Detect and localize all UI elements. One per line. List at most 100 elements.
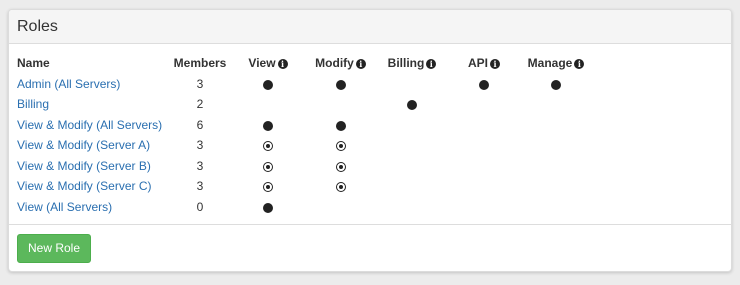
column-header-members: Members [173, 56, 227, 71]
table-row: Admin (All Servers) 3 [9, 74, 592, 95]
role-link[interactable]: Billing [17, 97, 49, 111]
permission-manage-cell [520, 115, 592, 136]
empty-circle-icon [551, 203, 561, 213]
info-circle-icon[interactable]: i [355, 59, 366, 70]
members-count: 3 [196, 138, 204, 153]
new-role-button[interactable]: New Role [17, 234, 91, 263]
footer-divider [9, 224, 731, 225]
permission-billing-cell [376, 176, 448, 197]
role-name-cell: View (All Servers) [9, 197, 169, 218]
role-link[interactable]: View & Modify (Server C) [17, 179, 151, 193]
permission-api-cell [448, 74, 520, 95]
role-link[interactable]: View & Modify (Server B) [17, 159, 151, 173]
permission-billing-cell [376, 135, 448, 156]
empty-circle-icon [407, 141, 417, 151]
permission-api-cell [448, 115, 520, 136]
roles-panel: Roles Name Members View i Modify i Billing… [8, 9, 732, 272]
filled-circle-icon [335, 120, 346, 131]
empty-circle-icon [551, 182, 561, 192]
permission-manage-cell [520, 156, 592, 177]
dotted-circle-icon [263, 141, 273, 152]
members-count: 3 [196, 76, 204, 91]
role-name-cell: Admin (All Servers) [9, 74, 169, 95]
dotted-circle-icon [335, 182, 346, 193]
empty-circle-icon [551, 121, 561, 131]
empty-circle-icon [551, 162, 561, 172]
permission-modify-cell [305, 197, 376, 218]
column-header-modify: Modify i [305, 53, 376, 74]
panel-title: Roles [9, 10, 731, 44]
permission-api-cell [448, 156, 520, 177]
permission-modify-cell [305, 156, 376, 177]
empty-circle-icon [407, 182, 417, 192]
table-row: View & Modify (Server B) 3 [9, 156, 592, 177]
role-link[interactable]: Admin (All Servers) [17, 77, 120, 91]
dotted-circle-icon [335, 141, 346, 152]
empty-circle-icon [336, 203, 346, 213]
filled-circle-icon [263, 202, 273, 213]
info-circle-icon[interactable]: i [574, 59, 585, 70]
permission-view-cell [231, 156, 305, 177]
members-count: 6 [196, 117, 204, 132]
role-name-cell: View & Modify (Server A) [9, 135, 169, 156]
empty-circle-icon [407, 80, 417, 90]
info-circle-icon[interactable]: i [277, 59, 288, 70]
permission-view-cell [231, 115, 305, 136]
roles-table: Name Members View i Modify i Billing i API i… [9, 53, 592, 217]
role-name-cell: View & Modify (Server B) [9, 156, 169, 177]
column-header-name: Name [17, 56, 50, 71]
empty-circle-icon [263, 100, 273, 110]
permission-view-cell [231, 94, 305, 115]
info-circle-icon[interactable]: i [426, 59, 437, 70]
table-header-row: Name Members View i Modify i Billing i API i… [9, 53, 592, 74]
permission-view-cell [231, 74, 305, 95]
filled-circle-icon [407, 100, 417, 111]
dotted-circle-icon [263, 182, 273, 193]
column-header-billing: Billing i [376, 53, 448, 74]
permission-modify-cell [305, 135, 376, 156]
role-name-cell: View & Modify (Server C) [9, 176, 169, 197]
empty-circle-icon [479, 182, 489, 192]
empty-circle-icon [479, 141, 489, 151]
column-header-api: API i [448, 53, 520, 74]
table-row: View (All Servers) 0 [9, 197, 592, 218]
permission-manage-cell [520, 197, 592, 218]
empty-circle-icon [551, 100, 561, 110]
permission-api-cell [448, 135, 520, 156]
column-header-manage: Manage i [520, 53, 592, 74]
empty-circle-icon [336, 100, 346, 110]
permission-view-cell [231, 135, 305, 156]
permission-manage-cell [520, 135, 592, 156]
permission-billing-cell [376, 197, 448, 218]
info-circle-icon[interactable]: i [490, 59, 500, 70]
members-count: 3 [196, 158, 204, 173]
filled-circle-icon [335, 79, 346, 90]
role-link[interactable]: View & Modify (Server A) [17, 138, 150, 152]
empty-circle-icon [407, 162, 417, 172]
filled-circle-icon [551, 79, 561, 90]
permission-manage-cell [520, 74, 592, 95]
members-count: 3 [196, 179, 204, 194]
table-row: View & Modify (Server C) 3 [9, 176, 592, 197]
filled-circle-icon [263, 120, 273, 131]
permission-modify-cell [305, 176, 376, 197]
permission-billing-cell [376, 94, 448, 115]
empty-circle-icon [479, 203, 489, 213]
members-count: 0 [196, 199, 204, 214]
permission-api-cell [448, 94, 520, 115]
permission-api-cell [448, 197, 520, 218]
permission-manage-cell [520, 94, 592, 115]
role-link[interactable]: View (All Servers) [17, 200, 112, 214]
column-header-view: View i [231, 53, 305, 74]
members-count: 2 [196, 97, 204, 112]
empty-circle-icon [479, 162, 489, 172]
role-name-cell: View & Modify (All Servers) [9, 115, 169, 136]
table-row: View & Modify (All Servers) 6 [9, 115, 592, 136]
role-link[interactable]: View & Modify (All Servers) [17, 118, 162, 132]
dotted-circle-icon [335, 161, 346, 172]
empty-circle-icon [407, 121, 417, 131]
permission-billing-cell [376, 156, 448, 177]
filled-circle-icon [479, 79, 489, 90]
table-row: Billing 2 [9, 94, 592, 115]
permission-modify-cell [305, 115, 376, 136]
